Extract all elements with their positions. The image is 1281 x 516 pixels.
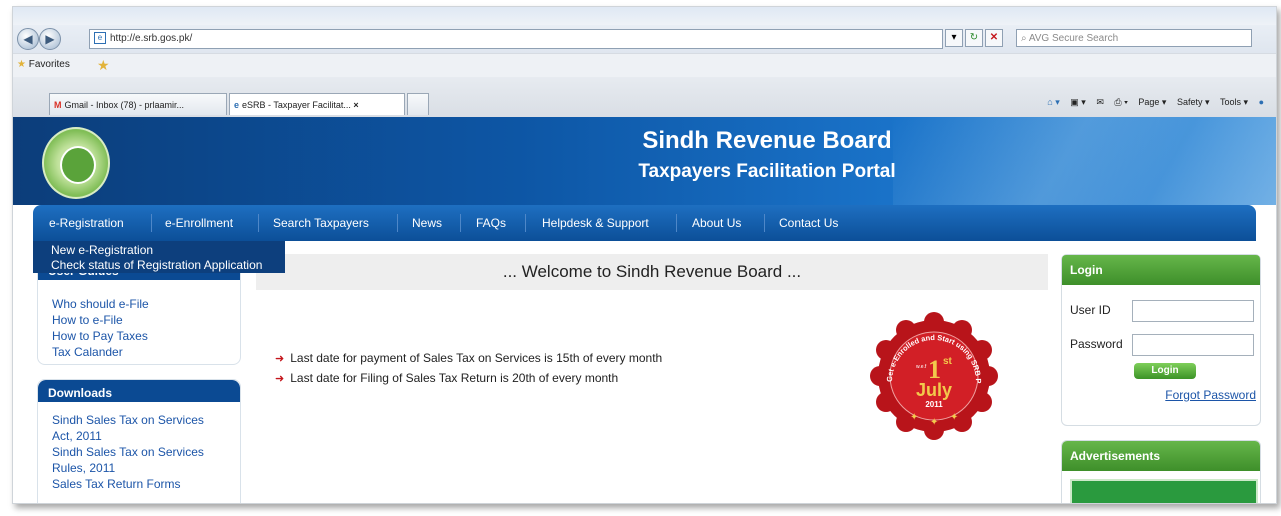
link-how-to-pay[interactable]: How to Pay Taxes <box>38 328 240 344</box>
site-subtitle: Taxpayers Facilitation Portal <box>638 161 896 182</box>
downloads-box: Downloads Sindh Sales Tax on Services Ac… <box>37 379 241 503</box>
advertisements-heading: Advertisements <box>1062 441 1260 471</box>
page-menu[interactable]: Page ▾ <box>1138 97 1166 107</box>
page-icon: e <box>94 32 106 45</box>
forgot-password-link[interactable]: Forgot Password <box>1165 388 1256 402</box>
feeds-icon[interactable]: ▣ ▾ <box>1070 97 1086 107</box>
tab-label: eSRB - Taxpayer Facilitat... <box>242 100 351 110</box>
menu-divider <box>151 214 152 232</box>
arrow-icon: ➜ <box>275 373 285 385</box>
star-icon: ✦ <box>910 412 918 423</box>
advertisement-banner[interactable] <box>1070 479 1258 503</box>
news-text: Last date for payment of Sales Tax on Se… <box>290 351 663 365</box>
link-tax-calander[interactable]: Tax Calander <box>38 344 240 360</box>
badge-wef: w.e.f <box>916 364 927 370</box>
title-strip <box>13 7 1276 25</box>
menu-e-enrollment[interactable]: e-Enrollment <box>165 205 233 241</box>
menu-contact-us[interactable]: Contact Us <box>779 205 838 241</box>
arrow-icon: ➜ <box>275 353 285 365</box>
menu-e-registration[interactable]: e-Registration <box>49 205 124 241</box>
menu-divider <box>397 214 398 232</box>
news-item: ➜ Last date for Filing of Sales Tax Retur… <box>275 371 618 385</box>
news-text: Last date for Filing of Sales Tax Return… <box>290 371 619 385</box>
header-banner: Sindh Revenue Board Taxpayers Facilitati… <box>13 117 1276 205</box>
new-tab-button[interactable] <box>407 93 429 115</box>
favorites-bar: ★ Favorites ★ <box>13 53 1276 78</box>
browser-window: ◀ ▶ e http://e.srb.gos.pk/ ▾ ↻ ✕ ⌕ AVG Se… <box>12 6 1277 504</box>
menu-faqs[interactable]: FAQs <box>476 205 506 241</box>
dropdown-check-status[interactable]: Check status of Registration Application <box>51 258 262 272</box>
home-icon[interactable]: ⌂ ▾ <box>1047 97 1059 107</box>
menu-divider <box>764 214 765 232</box>
back-icon[interactable]: ◀ <box>17 28 39 50</box>
favorites-label: Favorites <box>28 59 70 70</box>
menu-about-us[interactable]: About Us <box>692 205 741 241</box>
search-icon: ⌕ <box>1021 33 1029 44</box>
gmail-icon: M <box>54 100 62 110</box>
search-placeholder: AVG Secure Search <box>1028 33 1119 44</box>
dropdown-arrow-icon[interactable]: ▾ <box>945 29 963 47</box>
print-icon[interactable]: ⎙ ▾ <box>1114 97 1127 107</box>
menu-divider <box>258 214 259 232</box>
star-icon: ★ <box>17 59 26 70</box>
link-how-to-efile[interactable]: How to e-File <box>38 312 240 328</box>
help-icon[interactable]: ● <box>1259 97 1264 107</box>
user-id-label: User ID <box>1070 303 1111 317</box>
refresh-icon[interactable]: ↻ <box>965 29 983 47</box>
link-sales-tax-act[interactable]: Sindh Sales Tax on Services Act, 2011 <box>38 412 208 444</box>
mail-icon[interactable]: ✉ <box>1096 97 1104 107</box>
advertisements-box: Advertisements <box>1061 440 1261 503</box>
menu-helpdesk[interactable]: Helpdesk & Support <box>542 205 649 241</box>
address-bar[interactable]: e http://e.srb.gos.pk/ <box>89 29 943 49</box>
menu-divider <box>460 214 461 232</box>
close-tab-icon[interactable]: × <box>353 100 358 110</box>
link-sales-tax-rules[interactable]: Sindh Sales Tax on Services Rules, 2011 <box>38 444 208 476</box>
link-return-forms[interactable]: Sales Tax Return Forms <box>38 476 208 492</box>
welcome-heading: ... Welcome to Sindh Revenue Board ... <box>256 254 1048 290</box>
star-icon: ✦ <box>950 412 958 423</box>
menu-search-taxpayers[interactable]: Search Taxpayers <box>273 205 369 241</box>
login-button[interactable]: Login <box>1134 363 1196 379</box>
site-title: Sindh Revenue Board <box>642 127 892 154</box>
menu-divider <box>525 214 526 232</box>
ie-page-icon: e <box>234 100 240 110</box>
tab-label: Gmail - Inbox (78) - prlaamir... <box>64 100 185 110</box>
july-seal-badge: Get e-Enrolled and Start using SRB Porta… <box>870 312 998 440</box>
forward-icon[interactable]: ▶ <box>39 28 61 50</box>
menu-divider <box>676 214 677 232</box>
tab-gmail[interactable]: M Gmail - Inbox (78) - prlaamir... <box>49 93 227 115</box>
menu-news[interactable]: News <box>412 205 442 241</box>
badge-year: 2011 <box>925 400 943 409</box>
address-row: ◀ ▶ e http://e.srb.gos.pk/ ▾ ↻ ✕ ⌕ AVG Se… <box>13 25 1276 53</box>
news-item: ➜ Last date for payment of Sales Tax on S… <box>275 351 662 365</box>
stop-icon[interactable]: ✕ <box>985 29 1003 47</box>
tab-bar: M Gmail - Inbox (78) - prlaamir... e eSRB … <box>13 77 1276 118</box>
downloads-heading: Downloads <box>38 380 240 402</box>
command-bar: ⌂ ▾ ▣ ▾ ✉ ⎙ ▾ Page ▾ Safety ▾ Tools ▾ ● <box>1039 97 1264 108</box>
star-icon: ✦ <box>930 417 938 428</box>
password-input[interactable] <box>1132 334 1254 356</box>
tools-menu[interactable]: Tools ▾ <box>1220 97 1248 107</box>
add-favorite-icon[interactable]: ★ <box>97 57 110 74</box>
search-input[interactable]: ⌕ AVG Secure Search <box>1016 29 1252 47</box>
user-guides-box: User Guides Who should e-File How to e-F… <box>37 257 241 365</box>
login-heading: Login <box>1062 255 1260 285</box>
badge-month: July <box>916 380 952 400</box>
link-who-should-efile[interactable]: Who should e-File <box>38 296 240 312</box>
favorites-button[interactable]: ★ Favorites <box>17 59 70 70</box>
safety-menu[interactable]: Safety ▾ <box>1177 97 1210 107</box>
login-box: Login User ID Password Login Forgot Pass… <box>1061 254 1261 426</box>
address-text: http://e.srb.gos.pk/ <box>110 33 193 44</box>
badge-ordinal: st <box>943 356 953 367</box>
main-menu: e-Registration e-Enrollment Search Taxpa… <box>33 205 1256 241</box>
registration-dropdown: New e-Registration Check status of Regis… <box>33 241 285 273</box>
password-label: Password <box>1070 337 1123 351</box>
dropdown-new-registration[interactable]: New e-Registration <box>51 243 153 257</box>
web-page: Sindh Revenue Board Taxpayers Facilitati… <box>13 117 1276 503</box>
user-id-input[interactable] <box>1132 300 1254 322</box>
tab-esrb[interactable]: e eSRB - Taxpayer Facilitat... × <box>229 93 405 115</box>
